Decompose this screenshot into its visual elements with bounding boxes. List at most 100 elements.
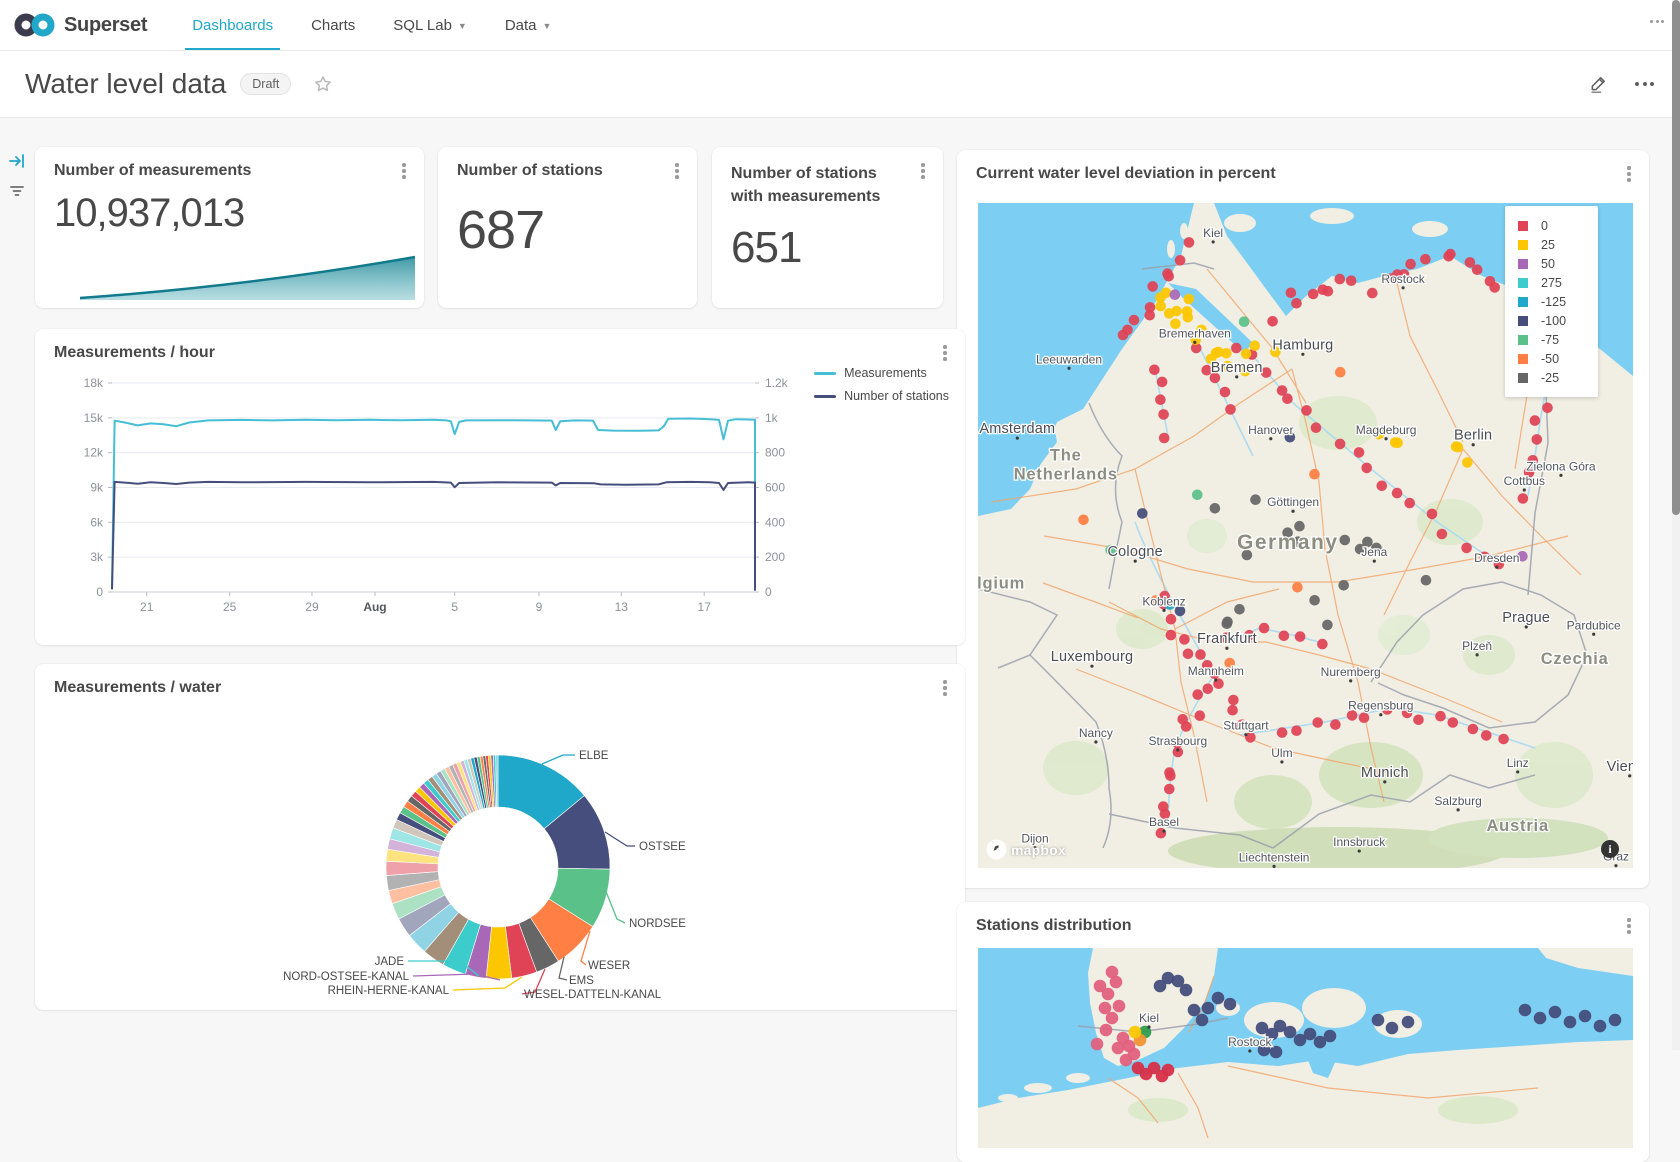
city-label: Bremerhaven: [1159, 326, 1231, 340]
city-label: Zielona Góra: [1526, 459, 1596, 473]
favorite-star-icon[interactable]: [313, 74, 333, 94]
kpi-trend-sparkline: [80, 248, 416, 301]
legend-swatch: [1518, 373, 1528, 383]
dashboard-header: Water level data Draft: [0, 50, 1680, 118]
city-label: Nuremberg: [1321, 665, 1381, 679]
svg-text:17: 17: [698, 600, 712, 614]
city-label: Prague: [1502, 610, 1550, 626]
nav-item-data[interactable]: Data▼: [486, 0, 571, 50]
legend-label: 25: [1541, 238, 1555, 252]
mapbox-wordmark: mapbox: [1011, 842, 1066, 858]
nav-item-dashboards[interactable]: Dashboards: [173, 0, 292, 50]
legend-label: Measurements: [844, 366, 927, 380]
legend-label: 50: [1541, 257, 1555, 271]
city-label: Basel: [1149, 815, 1179, 829]
svg-text:200: 200: [765, 550, 785, 564]
city-label: Germany: [1237, 531, 1339, 554]
legend-item[interactable]: 0: [1518, 216, 1586, 235]
legend-swatch: [1518, 240, 1528, 250]
superset-logo-icon[interactable]: [14, 11, 56, 39]
kebab-menu-icon[interactable]: [1621, 164, 1637, 184]
page-title: Water level data: [25, 68, 226, 100]
kpi-card-measurements: Number of measurements 10,937,013: [35, 147, 424, 308]
legend-label: 0: [1541, 219, 1548, 233]
legend-label: Number of stations: [844, 389, 949, 403]
kebab-menu-icon[interactable]: [1621, 916, 1637, 936]
legend-swatch: [1518, 354, 1528, 364]
city-label: Strasbourg: [1148, 734, 1207, 748]
kpi-value: 10,937,013: [54, 191, 244, 236]
svg-text:9: 9: [536, 600, 543, 614]
legend-item[interactable]: -25: [1518, 368, 1586, 387]
kpi-title: Number of measurements: [54, 162, 251, 180]
legend-swatch: [1518, 316, 1528, 326]
svg-text:15k: 15k: [84, 411, 104, 425]
legend-item[interactable]: -75: [1518, 330, 1586, 349]
city-label: Salzburg: [1434, 794, 1481, 808]
legend-label: -125: [1541, 295, 1566, 309]
legend-item[interactable]: -50: [1518, 349, 1586, 368]
city-label: Koblenz: [1142, 594, 1185, 608]
header-more-icon[interactable]: [1635, 82, 1654, 86]
chart-legend: Measurements Number of stations: [814, 366, 949, 412]
legend-item[interactable]: -100: [1518, 311, 1586, 330]
svg-text:Aug: Aug: [363, 600, 386, 614]
city-label: Ulm: [1271, 746, 1292, 760]
donut-label: NORD-OSTSEE-KANAL: [283, 971, 409, 983]
kpi-card-stations: Number of stations 687: [438, 147, 697, 308]
kebab-menu-icon[interactable]: [396, 161, 412, 181]
city-label: Vienna: [1607, 759, 1633, 775]
legend-label: 275: [1541, 276, 1562, 290]
legend-label: -25: [1541, 371, 1559, 385]
nav-item-charts[interactable]: Charts: [292, 0, 374, 50]
city-label: Berlin: [1454, 428, 1492, 444]
city-label: Innsbruck: [1333, 835, 1386, 849]
brand-name: Superset: [64, 14, 147, 37]
kebab-menu-icon[interactable]: [669, 161, 685, 181]
filter-icon[interactable]: [8, 182, 26, 200]
svg-text:400: 400: [765, 515, 785, 529]
city-label: Netherlands: [1014, 466, 1118, 484]
chevron-down-icon: ▼: [458, 21, 467, 31]
city-label: Cologne: [1107, 544, 1162, 560]
city-label: Kiel: [1203, 226, 1223, 240]
legend-item[interactable]: -125: [1518, 292, 1586, 311]
legend-item[interactable]: 25: [1518, 235, 1586, 254]
donut-chart[interactable]: ELBEOSTSEENORDSEEWESEREMSWESEL-DATTELN-K…: [35, 664, 965, 1010]
water-donut-card: Measurements / water ELBEOSTSEENORDSEEWE…: [35, 664, 965, 1010]
legend-label: -100: [1541, 314, 1566, 328]
mapbox-logo[interactable]: mapbox: [986, 839, 1066, 860]
kebab-menu-icon[interactable]: [915, 161, 931, 181]
city-label: Rostock: [1228, 1035, 1272, 1049]
map-info-icon[interactable]: i: [1601, 840, 1619, 858]
legend-label: -75: [1541, 333, 1559, 347]
expand-filter-bar-icon[interactable]: [8, 152, 26, 170]
city-label: The: [1050, 446, 1082, 464]
legend-item[interactable]: 50: [1518, 254, 1586, 273]
kpi-title: Number of stations: [457, 162, 603, 180]
city-label: Amsterdam: [979, 421, 1055, 437]
donut-label: EMS: [569, 975, 594, 987]
donut-label: RHEIN-HERNE-KANAL: [328, 985, 450, 997]
navbar: Superset DashboardsChartsSQL Lab▼Data▼: [0, 0, 1680, 51]
scrollbar-thumb[interactable]: [1672, 0, 1680, 515]
legend-swatch: [1518, 297, 1528, 307]
city-label: Cottbus: [1504, 474, 1545, 488]
legend-swatch: [1518, 278, 1528, 288]
edit-pencil-icon[interactable]: [1588, 73, 1609, 94]
city-label: Hamburg: [1272, 337, 1333, 353]
kpi-title: Number of stations with measurements: [731, 162, 911, 208]
legend-item[interactable]: Number of stations: [814, 389, 949, 403]
svg-text:1k: 1k: [765, 411, 779, 425]
map-legend: 0 25 50 275 -125 -100 -75 -50 -25: [1505, 206, 1598, 397]
city-label: Belgium: [978, 575, 1025, 593]
kpi-value: 651: [731, 223, 801, 273]
donut-label: WESER: [588, 960, 630, 972]
nav-item-sql-lab[interactable]: SQL Lab▼: [374, 0, 486, 50]
chart-title: Stations distribution: [976, 917, 1132, 935]
legend-item[interactable]: 275: [1518, 273, 1586, 292]
legend-item[interactable]: Measurements: [814, 366, 949, 380]
baltic-map[interactable]: Kiel Rostock: [978, 948, 1633, 1148]
city-label: Kiel: [1139, 1011, 1159, 1025]
nav-overflow-icon[interactable]: [1650, 20, 1664, 23]
